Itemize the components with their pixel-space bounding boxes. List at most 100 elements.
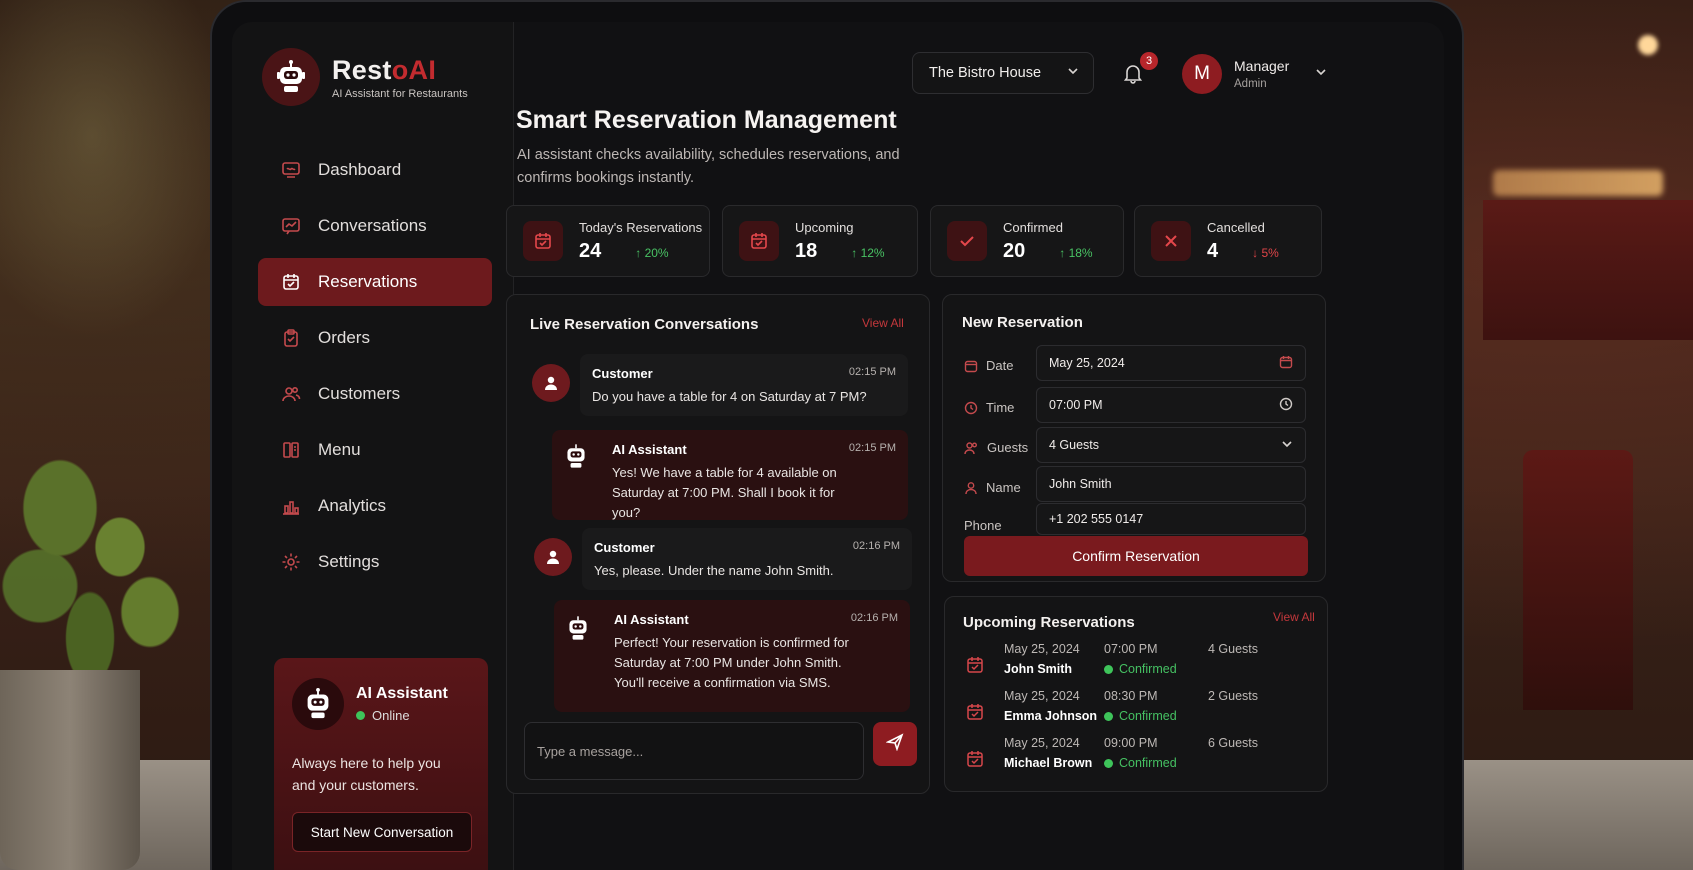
- user-icon: [965, 481, 977, 494]
- name-label: Name: [964, 480, 1021, 495]
- restaurant-select[interactable]: The Bistro House: [912, 52, 1094, 94]
- stat-label: Today's Reservations: [579, 219, 703, 235]
- calendar-icon: [964, 360, 978, 372]
- stat-card-confirmed[interactable]: Confirmed 20 ↑ 18%: [930, 205, 1124, 277]
- reservation-guests: 2 Guests: [1208, 689, 1259, 703]
- reservation-date: May 25, 2024: [1004, 642, 1080, 656]
- reservation-date: May 25, 2024: [1004, 689, 1080, 703]
- confirm-reservation-button[interactable]: Confirm Reservation: [964, 536, 1308, 576]
- message-time: 02:16 PM: [852, 540, 900, 552]
- chat-message-ai: AI Assistant Yes! We have a table for 4 …: [552, 430, 908, 520]
- sidebar-nav: Dashboard Conversations Reservations Ord…: [258, 146, 492, 594]
- message-time: 02:16 PM: [850, 612, 898, 624]
- sidebar-item-label: Conversations: [318, 216, 427, 235]
- plant-pot: [0, 670, 140, 870]
- message-text: Perfect! Your reservation is confirmed f…: [614, 635, 849, 690]
- stat-change: ↑ 12%: [851, 245, 885, 260]
- chat-message-ai: AI Assistant Perfect! Your reservation i…: [554, 600, 910, 712]
- sidebar-item-customers[interactable]: Customers: [258, 370, 492, 418]
- x-icon: [1151, 221, 1191, 261]
- start-new-conversation-button[interactable]: Start New Conversation: [292, 812, 472, 852]
- reservation-row[interactable]: May 25, 2024 Michael Brown 09:00 PM Conf…: [966, 736, 1316, 782]
- calendar-icon: [966, 750, 984, 773]
- chat-message-customer: Customer 02:16 PM Yes, please. Under the…: [582, 528, 912, 590]
- upcoming-view-all-link[interactable]: View All: [1273, 610, 1315, 624]
- users-icon: [280, 383, 302, 405]
- chevron-down-icon: [1067, 65, 1079, 81]
- date-field[interactable]: May 25, 2024: [1036, 345, 1306, 381]
- status-dot-icon: [1104, 664, 1113, 674]
- message-text: Yes, please. Under the name John Smith.: [594, 563, 834, 578]
- sidebar-item-reservations[interactable]: Reservations: [258, 258, 492, 306]
- date-label: Date: [964, 358, 1013, 373]
- guests-label: Guests: [964, 440, 1028, 455]
- stat-card-todays-reservations[interactable]: Today's Reservations 24 ↑ 20%: [506, 205, 710, 277]
- user-menu[interactable]: M Manager Admin: [1182, 54, 1327, 94]
- status-badge: Confirmed: [1104, 662, 1177, 676]
- brand-tagline: AI Assistant for Restaurants: [332, 87, 468, 100]
- message-time: 02:15 PM: [848, 366, 896, 378]
- sidebar-item-settings[interactable]: Settings: [258, 538, 492, 586]
- stat-label: Confirmed: [1003, 219, 1063, 235]
- stat-card-upcoming[interactable]: Upcoming 18 ↑ 12%: [722, 205, 918, 277]
- brand[interactable]: RestoAI AI Assistant for Restaurants: [262, 48, 468, 106]
- message-text: Yes! We have a table for 4 available on …: [612, 465, 837, 520]
- conversations-view-all-link[interactable]: View All: [862, 316, 904, 330]
- user-name: Manager: [1234, 58, 1290, 74]
- sidebar-item-dashboard[interactable]: Dashboard: [258, 146, 492, 194]
- reservation-date: May 25, 2024: [1004, 736, 1080, 750]
- background-window: [0, 0, 230, 340]
- sidebar: RestoAI AI Assistant for Restaurants Das…: [232, 22, 514, 870]
- reservation-row[interactable]: May 25, 2024 John Smith 07:00 PM Confirm…: [966, 642, 1316, 688]
- ai-assistant-card: AI Assistant Online Always here to help …: [274, 658, 488, 870]
- stat-value: 24: [579, 239, 602, 262]
- chevron-down-icon: [1315, 65, 1327, 83]
- stat-change: ↓ 5%: [1252, 245, 1279, 260]
- phone-field[interactable]: +1 202 555 0147: [1036, 503, 1306, 535]
- notification-badge: 3: [1140, 52, 1158, 70]
- calendar-icon: [966, 656, 984, 679]
- phone-label: Phone: [964, 518, 1002, 533]
- reservation-name: John Smith: [1004, 662, 1073, 676]
- user-icon: [532, 364, 570, 402]
- reservation-time: 09:00 PM: [1104, 736, 1158, 750]
- upcoming-title: Upcoming Reservations: [963, 614, 1135, 631]
- stat-change: ↑ 18%: [1059, 245, 1093, 260]
- stat-change: ↑ 20%: [635, 245, 669, 260]
- reservation-guests: 6 Guests: [1208, 736, 1259, 750]
- guests-select[interactable]: 4 Guests: [1036, 427, 1306, 463]
- check-icon: [947, 221, 987, 261]
- book-icon: [280, 439, 302, 461]
- sidebar-item-conversations[interactable]: Conversations: [258, 202, 492, 250]
- background-booth: [1483, 200, 1693, 340]
- sidebar-item-label: Analytics: [318, 496, 387, 515]
- clock-icon: [964, 401, 978, 414]
- sidebar-item-menu[interactable]: Menu: [258, 426, 492, 474]
- send-icon: [885, 732, 904, 756]
- calendar-icon: [739, 221, 779, 261]
- stat-label: Upcoming: [795, 219, 854, 235]
- stat-value: 4: [1207, 239, 1219, 262]
- sidebar-item-label: Settings: [318, 552, 380, 571]
- stat-card-cancelled[interactable]: Cancelled 4 ↓ 5%: [1134, 205, 1322, 277]
- sidebar-item-analytics[interactable]: Analytics: [258, 482, 492, 530]
- calendar-icon: [523, 221, 563, 261]
- clock-icon: [1279, 397, 1293, 414]
- message-input[interactable]: Type a message...: [524, 722, 864, 780]
- avatar: M: [1182, 54, 1222, 94]
- assistant-status: Online: [356, 708, 448, 723]
- time-label: Time: [964, 400, 1014, 415]
- reservation-name: Emma Johnson: [1004, 709, 1098, 723]
- assistant-title: AI Assistant: [356, 685, 448, 702]
- app-screen: RestoAI AI Assistant for Restaurants Das…: [232, 22, 1444, 870]
- sidebar-item-orders[interactable]: Orders: [258, 314, 492, 362]
- reservation-name: Michael Brown: [1004, 756, 1093, 770]
- background-chair: [1523, 450, 1633, 710]
- reservation-row[interactable]: May 25, 2024 Emma Johnson 08:30 PM Confi…: [966, 689, 1316, 735]
- time-field[interactable]: 07:00 PM: [1036, 387, 1306, 423]
- send-button[interactable]: [873, 722, 917, 766]
- sidebar-item-label: Reservations: [318, 272, 418, 291]
- reservation-guests: 4 Guests: [1208, 642, 1259, 656]
- name-field[interactable]: John Smith: [1036, 466, 1306, 502]
- plant-decoration: [0, 430, 200, 690]
